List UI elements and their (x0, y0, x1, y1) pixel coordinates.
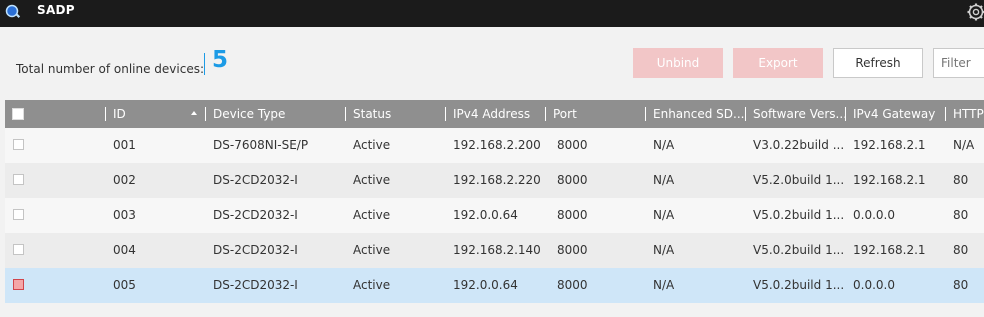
device-table-body: 001 DS-7608NI-SE/P Active 192.168.2.200 … (5, 128, 984, 303)
cell-port: 8000 (557, 243, 588, 257)
cell-enhanced-sdk: N/A (653, 138, 675, 152)
column-header-id[interactable]: ID (113, 100, 183, 128)
table-row[interactable]: 003 DS-2CD2032-I Active 192.0.0.64 8000 … (5, 198, 984, 233)
cell-ipv4-address: 192.168.2.200 (453, 138, 541, 152)
cell-id: 005 (113, 278, 136, 292)
sort-ascending-icon[interactable] (191, 111, 197, 115)
cell-enhanced-sdk: N/A (653, 173, 675, 187)
cell-ipv4-gateway: 0.0.0.0 (853, 278, 895, 292)
cell-status: Active (353, 243, 391, 257)
table-row[interactable]: 001 DS-7608NI-SE/P Active 192.168.2.200 … (5, 128, 984, 163)
cell-ipv4-gateway: 192.168.2.1 (853, 173, 926, 187)
export-button[interactable]: Export (733, 48, 823, 78)
cell-id: 002 (113, 173, 136, 187)
cell-http: 80 (953, 173, 969, 187)
column-header-enhanced-sdk[interactable]: Enhanced SD... (653, 100, 745, 128)
column-divider (105, 107, 106, 121)
table-row[interactable]: 002 DS-2CD2032-I Active 192.168.2.220 80… (5, 163, 984, 198)
cell-ipv4-address: 192.0.0.64 (453, 278, 518, 292)
cell-id: 003 (113, 208, 136, 222)
cell-status: Active (353, 173, 391, 187)
app-title: SADP (37, 3, 75, 17)
cell-device-type: DS-2CD2032-I (213, 208, 298, 222)
row-checkbox[interactable] (13, 244, 24, 255)
cell-ipv4-gateway: 0.0.0.0 (853, 208, 895, 222)
table-row[interactable]: 004 DS-2CD2032-I Active 192.168.2.140 80… (5, 233, 984, 268)
unbind-button[interactable]: Unbind (633, 48, 723, 78)
cell-status: Active (353, 208, 391, 222)
column-header-http[interactable]: HTTP (953, 100, 984, 128)
column-header-port[interactable]: Port (553, 100, 643, 128)
cell-software-version: V5.2.0build 1... (753, 173, 845, 187)
cell-enhanced-sdk: N/A (653, 208, 675, 222)
column-header-status[interactable]: Status (353, 100, 438, 128)
cell-id: 004 (113, 243, 136, 257)
table-header: ID Device Type Status IPv4 Address Port … (5, 100, 984, 128)
gear-icon[interactable] (966, 2, 984, 22)
online-devices-count: 5 (212, 47, 229, 73)
cell-software-version: V5.0.2build 1... (753, 208, 845, 222)
cell-ipv4-address: 192.0.0.64 (453, 208, 518, 222)
cell-device-type: DS-2CD2032-I (213, 243, 298, 257)
cell-software-version: V3.0.22build ... (753, 138, 845, 152)
row-checkbox[interactable] (13, 279, 24, 290)
column-divider (645, 107, 646, 121)
column-header-software-version[interactable]: Software Vers... (753, 100, 848, 128)
column-header-device-type[interactable]: Device Type (213, 100, 343, 128)
cell-software-version: V5.0.2build 1... (753, 278, 845, 292)
cell-ipv4-address: 192.168.2.220 (453, 173, 541, 187)
cell-port: 8000 (557, 278, 588, 292)
cell-port: 8000 (557, 208, 588, 222)
filter-input[interactable] (933, 48, 984, 78)
count-divider (204, 53, 205, 75)
cell-http: 80 (953, 278, 969, 292)
column-divider (205, 107, 206, 121)
cell-status: Active (353, 138, 391, 152)
cell-port: 8000 (557, 173, 588, 187)
cell-port: 8000 (557, 138, 588, 152)
column-divider (745, 107, 746, 121)
column-divider (345, 107, 346, 121)
row-checkbox[interactable] (13, 174, 24, 185)
cell-device-type: DS-7608NI-SE/P (213, 138, 309, 152)
cell-id: 001 (113, 138, 136, 152)
cell-http: 80 (953, 243, 969, 257)
row-checkbox[interactable] (13, 139, 24, 150)
cell-device-type: DS-2CD2032-I (213, 278, 298, 292)
cell-enhanced-sdk: N/A (653, 278, 675, 292)
select-all-checkbox[interactable] (12, 108, 24, 120)
column-divider (945, 107, 946, 121)
cell-enhanced-sdk: N/A (653, 243, 675, 257)
search-magnifier-icon (5, 4, 21, 18)
column-header-ipv4-gateway[interactable]: IPv4 Gateway (853, 100, 945, 128)
column-divider (545, 107, 546, 121)
row-checkbox[interactable] (13, 209, 24, 220)
title-bar: SADP (0, 0, 984, 27)
cell-ipv4-gateway: 192.168.2.1 (853, 138, 926, 152)
table-row-selected[interactable]: 005 DS-2CD2032-I Active 192.0.0.64 8000 … (5, 268, 984, 303)
cell-http: 80 (953, 208, 969, 222)
cell-software-version: V5.0.2build 1... (753, 243, 845, 257)
refresh-button[interactable]: Refresh (833, 48, 923, 78)
cell-ipv4-gateway: 192.168.2.1 (853, 243, 926, 257)
column-divider (445, 107, 446, 121)
cell-status: Active (353, 278, 391, 292)
cell-device-type: DS-2CD2032-I (213, 173, 298, 187)
column-divider (845, 107, 846, 121)
cell-ipv4-address: 192.168.2.140 (453, 243, 541, 257)
column-header-ipv4-address[interactable]: IPv4 Address (453, 100, 548, 128)
toolbar: Total number of online devices: 5 Unbind… (0, 27, 984, 99)
online-devices-label: Total number of online devices: (16, 62, 204, 76)
cell-http: N/A (953, 138, 975, 152)
